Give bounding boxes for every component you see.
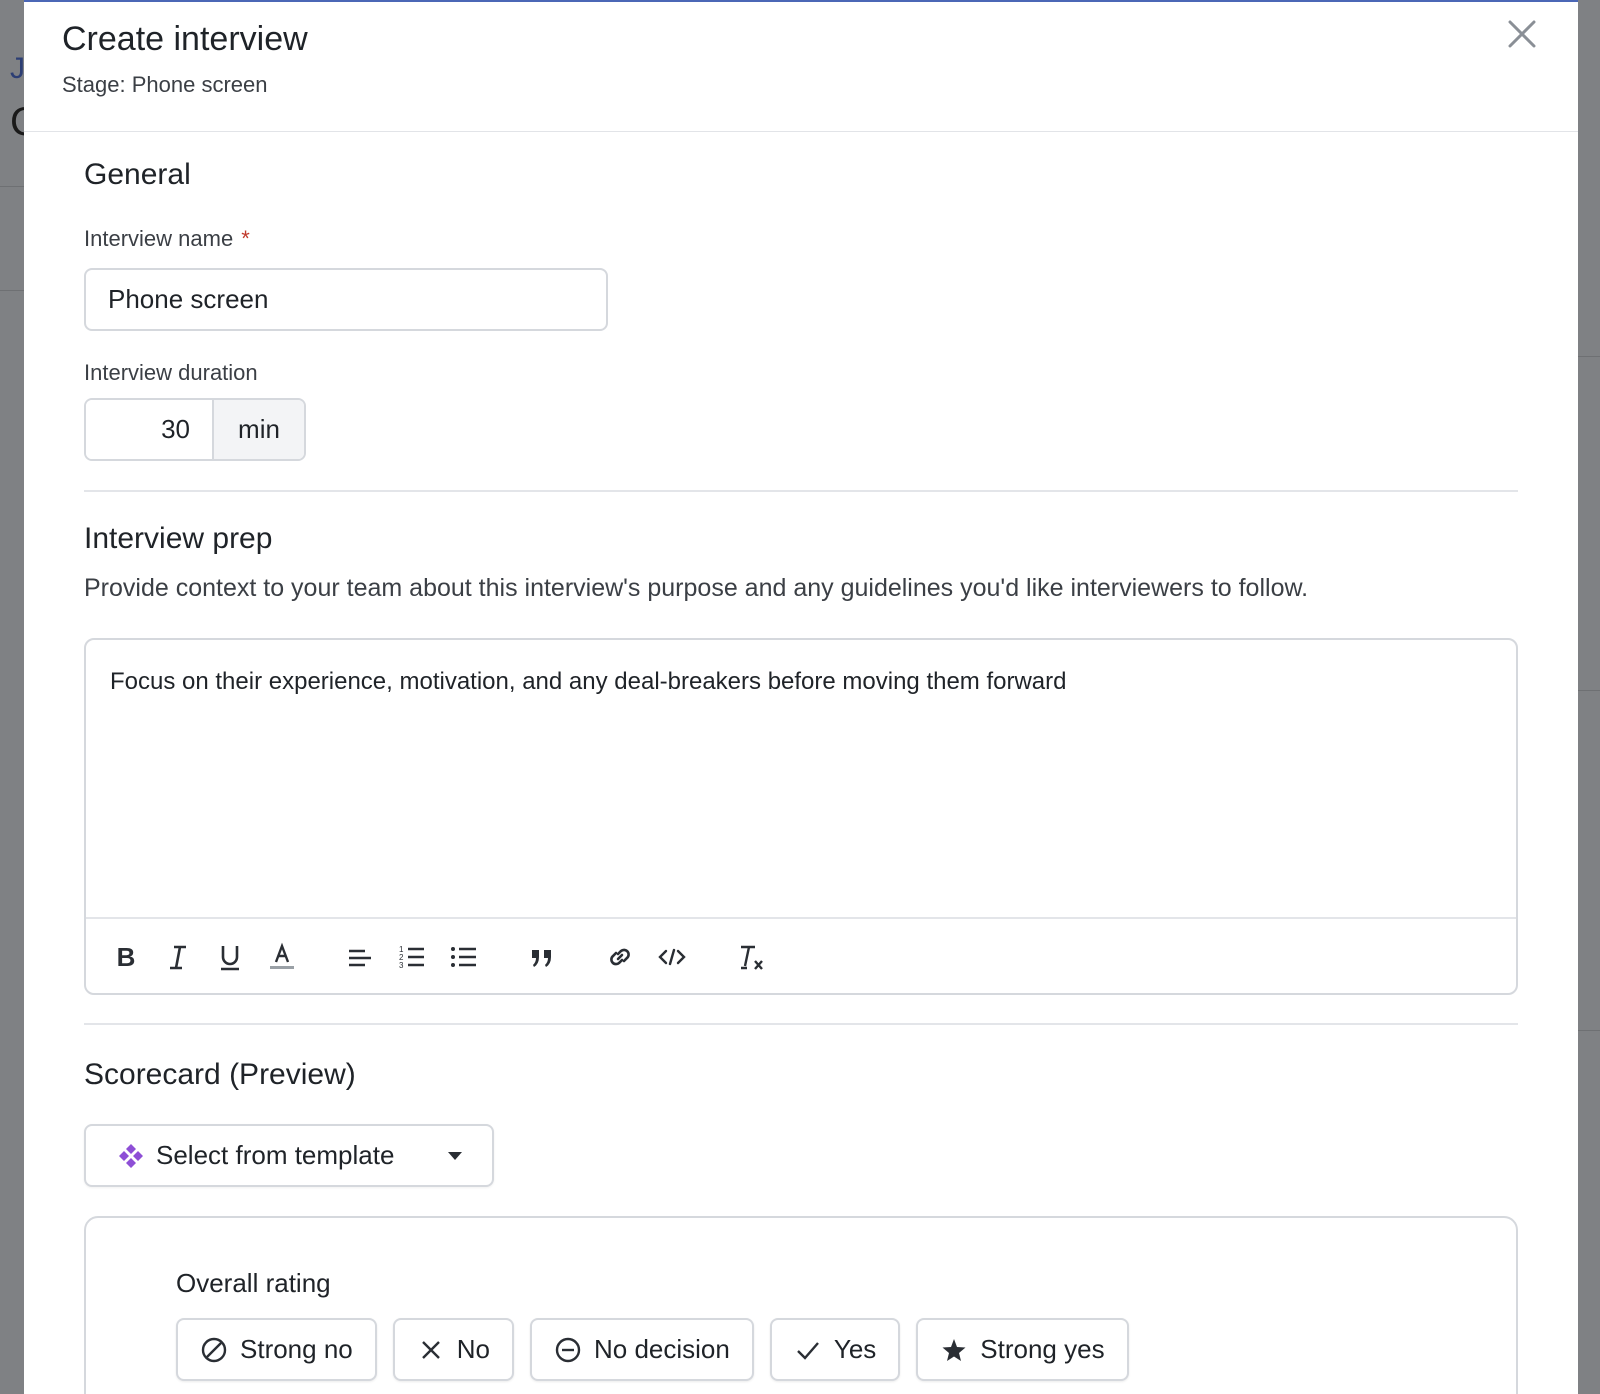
scorecard-preview: Overall rating Strong no No No decision … xyxy=(84,1216,1518,1394)
bold-button[interactable]: B xyxy=(106,937,146,977)
ordered-list-icon: 123 xyxy=(399,945,424,970)
duration-unit: min xyxy=(214,400,304,459)
modal-subtitle: Stage: Phone screen xyxy=(62,72,268,97)
interview-prep-description: Provide context to your team about this … xyxy=(84,574,1309,602)
caret-down-icon xyxy=(448,1151,462,1160)
interview-duration-group: min xyxy=(84,398,306,461)
overall-rating-label: Overall rating xyxy=(176,1268,331,1298)
rating-label: No xyxy=(456,1334,490,1364)
link-button[interactable] xyxy=(600,937,640,977)
bullet-list-button[interactable] xyxy=(444,937,484,977)
check-icon xyxy=(797,1341,819,1360)
star-icon xyxy=(942,1338,966,1361)
rating-yes-button[interactable]: Yes xyxy=(769,1318,901,1381)
italic-button[interactable] xyxy=(158,937,198,977)
align-left-icon xyxy=(349,949,371,967)
bold-icon: B xyxy=(117,942,136,972)
blockquote-icon xyxy=(532,950,551,967)
overall-rating-options: Strong no No No decision Yes Strong yes xyxy=(176,1318,1145,1381)
code-button[interactable] xyxy=(652,937,692,977)
code-icon xyxy=(658,948,686,966)
editor-toolbar: B 123 xyxy=(86,917,1516,993)
minus-circle-icon xyxy=(555,1337,581,1362)
svg-text:3: 3 xyxy=(399,961,404,970)
section-divider xyxy=(84,1023,1518,1025)
text-color-icon xyxy=(270,942,294,969)
select-template-label: Select from template xyxy=(156,1140,395,1170)
clear-format-button[interactable] xyxy=(730,937,770,977)
text-color-button[interactable] xyxy=(262,937,302,977)
rating-label: No decision xyxy=(594,1334,730,1364)
rating-label: Strong yes xyxy=(980,1334,1105,1364)
interview-name-input[interactable] xyxy=(84,268,608,331)
required-marker: * xyxy=(241,226,250,251)
interview-prep-editor: Focus on their experience, motivation, a… xyxy=(84,638,1518,995)
clear-format-icon xyxy=(741,945,763,970)
interview-duration-input[interactable] xyxy=(86,400,214,459)
interview-name-label-text: Interview name xyxy=(84,226,234,251)
interview-duration-label: Interview duration xyxy=(84,360,258,385)
ban-icon xyxy=(201,1337,227,1362)
rating-no-decision-button[interactable]: No decision xyxy=(530,1318,754,1381)
rating-label: Strong no xyxy=(240,1334,353,1364)
modal-title: Create interview xyxy=(62,20,308,58)
rating-label: Yes xyxy=(833,1334,877,1364)
interview-prep-section-title: Interview prep xyxy=(84,522,273,555)
interview-name-label: Interview name * xyxy=(84,226,250,252)
create-interview-modal: Create interview Stage: Phone screen Gen… xyxy=(24,0,1578,1394)
rating-strong-no-button[interactable]: Strong no xyxy=(176,1318,377,1381)
blockquote-button[interactable] xyxy=(522,937,562,977)
select-template-button[interactable]: Select from template xyxy=(84,1124,494,1187)
ordered-list-button[interactable]: 123 xyxy=(392,937,432,977)
close-icon xyxy=(1508,20,1536,48)
align-left-button[interactable] xyxy=(340,937,380,977)
scorecard-section-title: Scorecard (Preview) xyxy=(84,1058,356,1091)
editor-content[interactable]: Focus on their experience, motivation, a… xyxy=(110,668,1492,696)
rating-no-button[interactable]: No xyxy=(392,1318,514,1381)
general-section-title: General xyxy=(84,158,191,191)
bullet-list-icon xyxy=(451,947,476,967)
modal-header: Create interview Stage: Phone screen xyxy=(24,2,1578,132)
close-button[interactable] xyxy=(1504,16,1540,52)
section-divider xyxy=(84,490,1518,492)
italic-icon xyxy=(170,945,186,970)
svg-text:B: B xyxy=(117,942,136,972)
background-glyph: J xyxy=(10,52,25,85)
underline-icon xyxy=(221,946,239,971)
template-component-icon xyxy=(119,1143,143,1168)
rating-strong-yes-button[interactable]: Strong yes xyxy=(916,1318,1129,1381)
link-icon xyxy=(610,948,630,966)
x-icon xyxy=(421,1340,440,1359)
underline-button[interactable] xyxy=(210,937,250,977)
